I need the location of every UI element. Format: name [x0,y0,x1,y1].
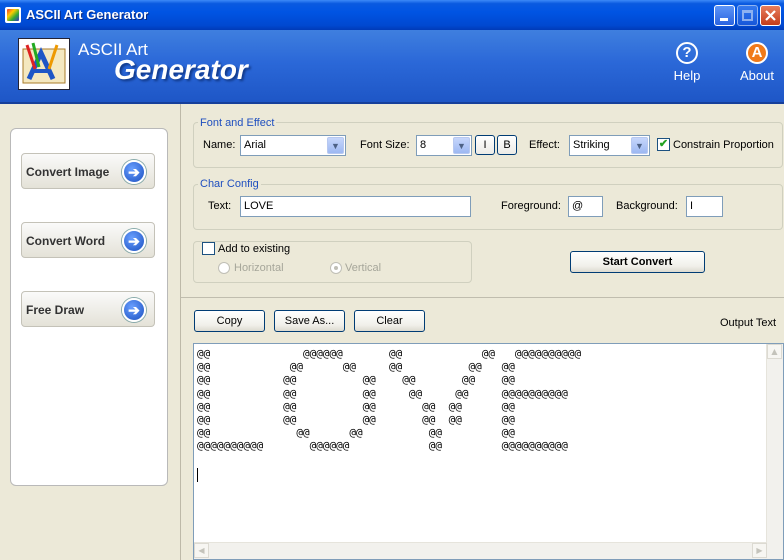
add-to-existing-checkbox[interactable] [202,242,215,255]
output-textarea[interactable]: @@ @@@@@@ @@ @@ @@@@@@@@@@ @@ @@ @@ @@ @… [193,343,784,560]
logo-icon [22,42,66,84]
window-title: ASCII Art Generator [26,7,149,22]
chevron-down-icon[interactable]: ▼ [631,137,648,154]
brand-title-main: Generator [114,54,248,85]
vertical-label: Vertical [345,262,382,274]
horizontal-radio[interactable] [218,262,230,274]
close-icon [765,10,776,21]
save-as-button[interactable]: Save As... [274,310,345,332]
italic-button[interactable]: I [475,135,495,155]
app-header: ASCII Art Generator ? Help A About [0,30,784,104]
foreground-label: Foreground: [501,200,561,212]
convert-word-label: Convert Word [26,234,106,248]
font-effect-legend: Font and Effect [198,117,277,129]
convert-image-button[interactable]: Convert Image ➔ [21,153,155,189]
chevron-down-icon[interactable]: ▼ [327,137,344,154]
clear-button[interactable]: Clear [354,310,425,332]
constrain-proportion-checkbox[interactable]: ✔ [657,138,670,151]
add-to-existing-label: Add to existing [218,243,291,255]
font-size-label: Font Size: [360,139,410,151]
effect-label: Effect: [529,139,560,151]
convert-word-button[interactable]: Convert Word ➔ [21,222,155,258]
title-bar[interactable]: ASCII Art Generator [0,0,784,30]
free-draw-label: Free Draw [26,303,85,317]
chevron-down-icon[interactable]: ▼ [453,137,470,154]
minimize-button[interactable] [714,5,735,26]
arrow-right-icon: ➔ [122,229,146,253]
about-button[interactable]: A About [727,42,784,83]
nav-panel: Convert Image ➔ Convert Word ➔ Free Draw… [10,128,168,486]
foreground-input[interactable]: @ [568,196,603,217]
convert-image-label: Convert Image [26,165,110,179]
text-input[interactable]: LOVE [240,196,471,217]
char-config-legend: Char Config [198,178,261,190]
arrow-right-icon: ➔ [122,298,146,322]
font-size-value: 8 [420,139,427,151]
vertical-radio[interactable] [330,262,342,274]
scroll-up-icon[interactable]: ▲ [767,344,782,359]
font-name-label: Name: [203,139,236,151]
about-icon: A [746,42,768,64]
start-convert-button[interactable]: Start Convert [570,251,705,273]
copy-button[interactable]: Copy [194,310,265,332]
section-separator [181,297,784,298]
text-caret [197,468,198,482]
maximize-button[interactable] [737,5,758,26]
vertical-scrollbar[interactable]: ▲ [766,344,783,559]
text-label: Text: [208,200,232,212]
free-draw-button[interactable]: Free Draw ➔ [21,291,155,327]
panel-divider [180,104,181,560]
help-label: Help [673,68,701,83]
font-size-select[interactable]: 8 ▼ [416,135,472,156]
help-button[interactable]: ? Help [657,42,717,83]
scroll-left-icon[interactable]: ◀ [194,543,209,558]
app-logo [18,38,70,90]
ascii-art-output: @@ @@@@@@ @@ @@ @@@@@@@@@@ @@ @@ @@ @@ @… [197,347,582,453]
close-button[interactable] [760,5,781,26]
font-name-select[interactable]: Arial ▼ [240,135,346,156]
horizontal-scrollbar[interactable]: ◀ ▶ [194,542,767,559]
effect-select[interactable]: Striking ▼ [569,135,650,156]
constrain-proportion-label: Constrain Proportion [673,139,774,151]
effect-value: Striking [573,139,610,151]
about-label: About [740,68,774,83]
help-icon: ? [676,42,698,64]
horizontal-label: Horizontal [234,262,284,274]
arrow-right-icon: ➔ [122,160,146,184]
bold-button[interactable]: B [497,135,517,155]
font-name-value: Arial [244,139,267,151]
background-label: Background: [616,200,678,212]
app-icon [5,7,21,23]
output-text-label: Output Text [720,317,777,329]
scroll-right-icon[interactable]: ▶ [752,543,767,558]
background-input[interactable]: I [686,196,723,217]
